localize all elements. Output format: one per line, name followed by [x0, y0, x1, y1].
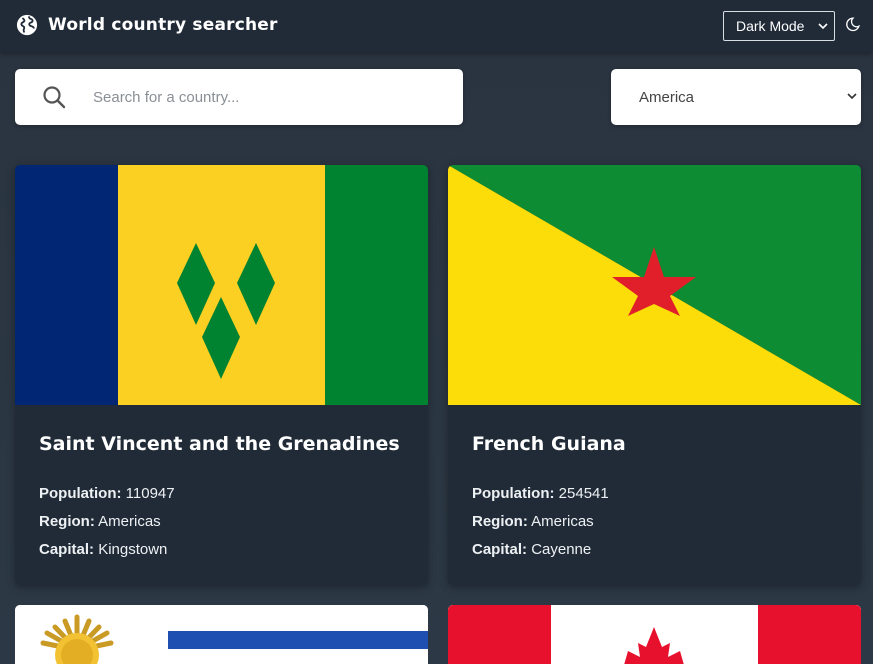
theme-select[interactable]: Dark Mode	[723, 11, 835, 41]
uruguay-flag	[15, 605, 428, 664]
country-card[interactable]	[15, 605, 428, 664]
population-value: 110947	[125, 485, 175, 502]
globe-icon	[16, 14, 38, 36]
region-label: Region:	[39, 513, 95, 530]
search-input[interactable]	[93, 69, 443, 125]
moon-icon[interactable]	[845, 17, 860, 32]
population-row: Population: 254541	[472, 485, 609, 502]
search-icon	[43, 86, 66, 109]
theme-select-value: Dark Mode	[736, 18, 805, 34]
region-value: Americas	[98, 513, 161, 530]
chevron-down-icon	[818, 23, 828, 30]
app-title: World country searcher	[48, 15, 278, 35]
search-box[interactable]	[15, 69, 463, 125]
region-filter-select[interactable]: America	[611, 69, 861, 125]
french-guiana-flag	[448, 165, 861, 405]
population-value: 254541	[558, 485, 609, 502]
capital-row: Capital: Kingstown	[39, 541, 167, 558]
region-filter-value: America	[639, 89, 695, 106]
canada-flag	[448, 605, 861, 664]
capital-label: Capital:	[39, 541, 95, 558]
population-label: Population:	[472, 485, 555, 502]
capital-row: Capital: Cayenne	[472, 541, 591, 558]
country-card[interactable]	[448, 605, 861, 664]
region-row: Region: Americas	[39, 513, 161, 530]
app-header: World country searcher Dark Mode	[0, 0, 873, 52]
country-card[interactable]: Saint Vincent and the Grenadines Populat…	[15, 165, 428, 585]
population-label: Population:	[39, 485, 122, 502]
region-row: Region: Americas	[472, 513, 594, 530]
region-value: Americas	[531, 513, 594, 530]
capital-value: Kingstown	[98, 541, 168, 558]
country-name: French Guiana	[472, 433, 626, 455]
capital-label: Capital:	[472, 541, 528, 558]
country-card[interactable]: French Guiana Population: 254541 Region:…	[448, 165, 861, 585]
population-row: Population: 110947	[39, 485, 175, 502]
region-label: Region:	[472, 513, 528, 530]
saint-vincent-flag	[15, 165, 428, 405]
country-name: Saint Vincent and the Grenadines	[39, 433, 400, 455]
capital-value: Cayenne	[531, 541, 592, 558]
chevron-down-icon	[847, 93, 857, 100]
